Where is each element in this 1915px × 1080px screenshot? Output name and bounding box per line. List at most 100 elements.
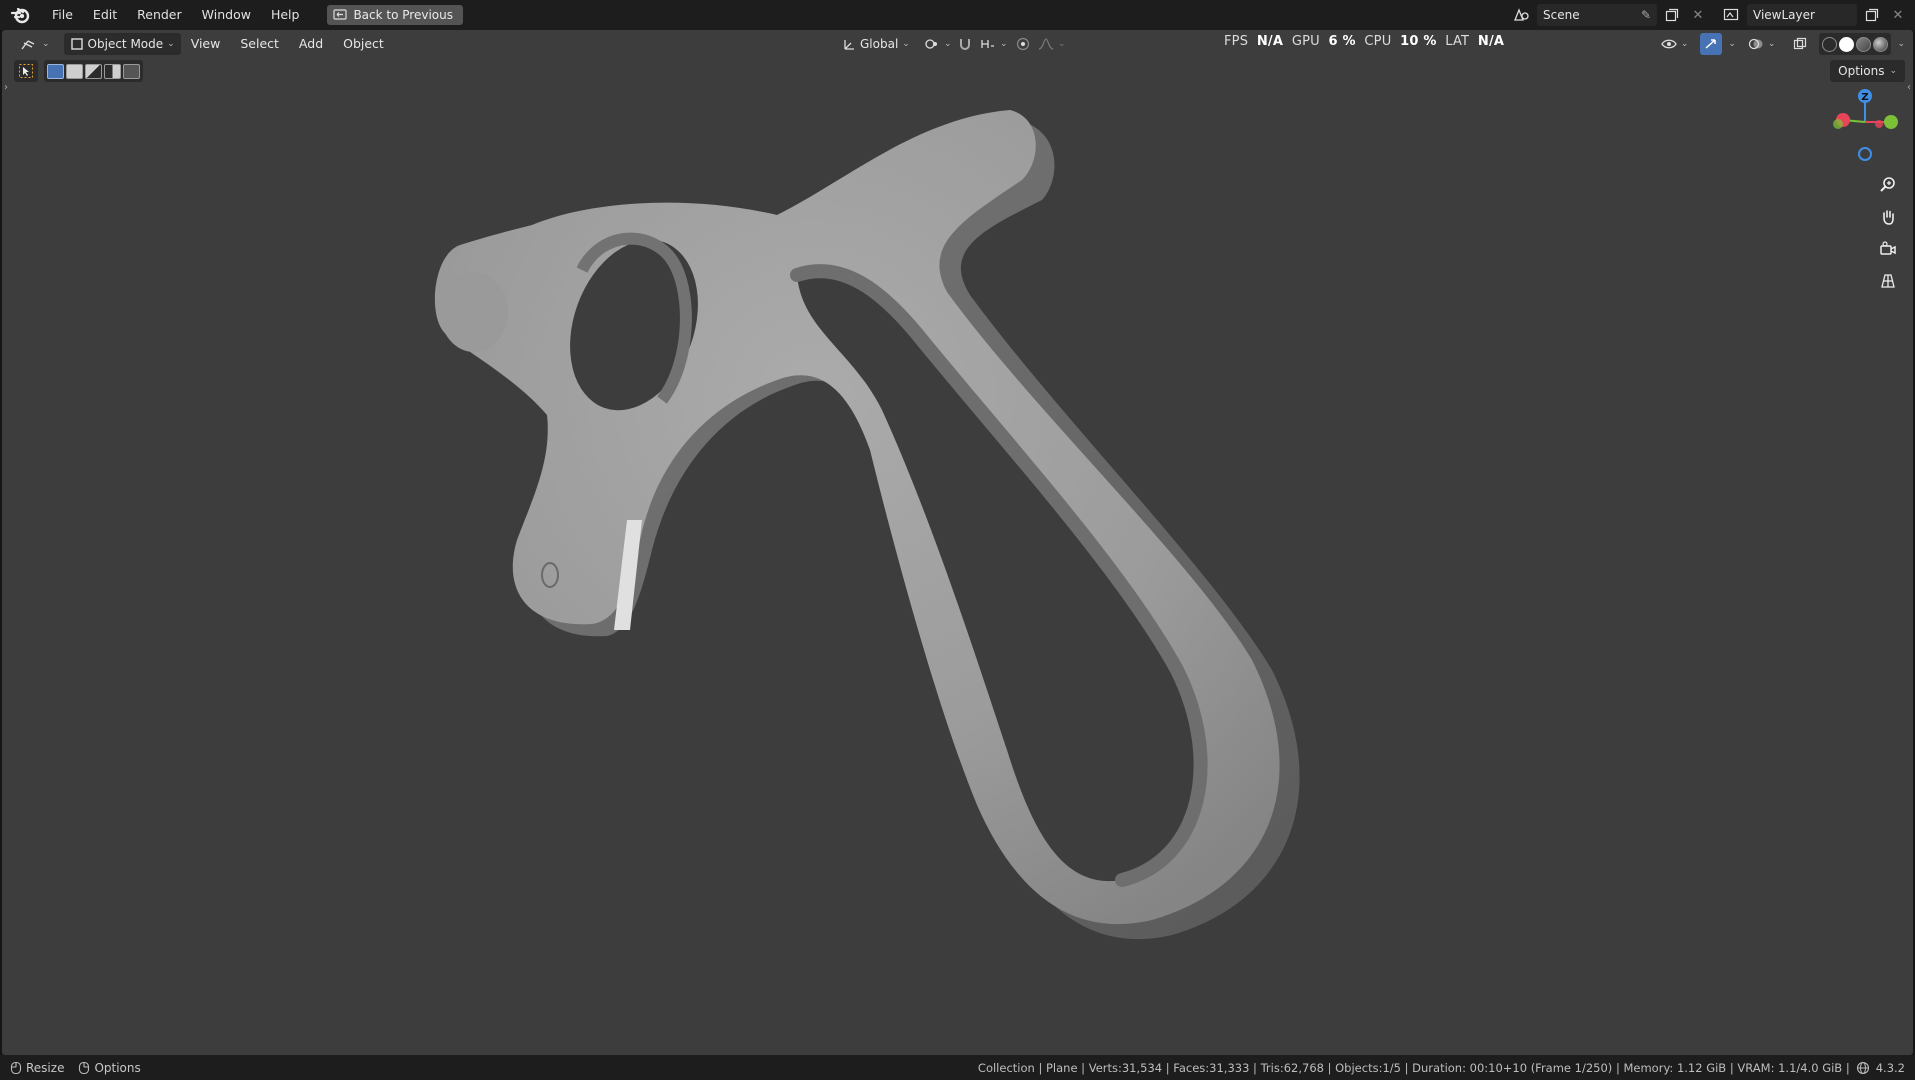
top-bar: File Edit Render Window Help Back to Pre… <box>0 0 1915 30</box>
camera-view-tool[interactable] <box>1875 236 1901 262</box>
falloff-curve-icon <box>1038 38 1054 50</box>
proportional-editing-icon <box>1016 37 1030 51</box>
chevron-down-icon: ⌄ <box>1058 39 1066 49</box>
gpu-label: GPU <box>1291 34 1320 49</box>
view-layer-selector-button[interactable] <box>1721 4 1743 26</box>
proportional-falloff-selector[interactable]: ⌄ <box>1032 33 1072 55</box>
new-scene-button[interactable] <box>1661 4 1683 26</box>
chevron-down-icon: ⌄ <box>167 39 175 49</box>
back-to-previous-button[interactable]: Back to Previous <box>327 5 463 25</box>
status-hint-resize: Resize <box>10 1061 64 1075</box>
menu-file[interactable]: File <box>42 0 83 30</box>
mode-label: Object Mode <box>87 37 164 51</box>
menu-add[interactable]: Add <box>289 33 333 55</box>
neg-y-axis-handle[interactable] <box>1833 119 1843 129</box>
status-options-label: Options <box>94 1060 141 1075</box>
editor-type-button[interactable]: ⌄ <box>14 33 56 55</box>
lat-label: LAT <box>1445 34 1470 49</box>
solid-shading-icon[interactable] <box>1839 36 1855 52</box>
subtract-selection-icon[interactable] <box>85 63 102 79</box>
options-dropdown[interactable]: Options ⌄ <box>1830 60 1905 82</box>
xray-toggle[interactable] <box>1787 33 1813 55</box>
blender-version: 4.3.2 <box>1875 1060 1905 1075</box>
snap-increment-icon <box>981 40 994 48</box>
menu-edit[interactable]: Edit <box>83 0 127 30</box>
mode-selector[interactable]: Object Mode ⌄ <box>63 33 181 55</box>
neg-z-axis-handle[interactable] <box>1858 147 1872 161</box>
intersect-selection-icon[interactable] <box>123 63 140 79</box>
remove-view-layer-button[interactable]: ✕ <box>1887 4 1909 26</box>
scene-selector-button[interactable] <box>1511 4 1533 26</box>
zoom-tool[interactable] <box>1875 172 1901 198</box>
fps-value: N/A <box>1256 34 1284 49</box>
pin-icon[interactable]: ✎ <box>1641 8 1651 22</box>
rendered-shading-icon[interactable] <box>1873 36 1889 52</box>
menu-select[interactable]: Select <box>230 33 289 55</box>
overlays-toggle[interactable]: ⌄ <box>1742 33 1782 55</box>
chevron-down-icon: ⌄ <box>944 39 952 49</box>
xray-icon <box>1794 37 1807 50</box>
scene-icon <box>1514 8 1529 21</box>
transform-orientation-selector[interactable]: Global ⌄ <box>836 33 916 55</box>
screen-back-icon <box>333 9 348 20</box>
hand-icon <box>1883 210 1894 225</box>
options-label: Options <box>1838 64 1885 78</box>
chevron-down-icon: ⌄ <box>1000 39 1008 49</box>
new-view-layer-button[interactable] <box>1861 4 1883 26</box>
extend-selection-icon[interactable] <box>66 63 83 79</box>
3d-model-handle[interactable] <box>2 30 1913 1055</box>
scene-name-field[interactable]: Scene ✎ <box>1537 4 1657 26</box>
material-preview-shading-icon[interactable] <box>1856 36 1872 52</box>
topbar-right: Scene ✎ ✕ ViewLayer ✕ <box>1511 4 1909 26</box>
set-new-selection-icon[interactable] <box>47 63 64 79</box>
chevron-down-icon[interactable]: ⌄ <box>1897 39 1905 49</box>
y-axis-handle[interactable] <box>1884 115 1898 129</box>
chevron-down-icon[interactable]: ⌄ <box>1728 39 1736 49</box>
menu-view[interactable]: View <box>181 33 231 55</box>
view-layer-field[interactable]: ViewLayer <box>1747 4 1857 26</box>
status-hints: Resize Options <box>0 1061 141 1075</box>
object-visibility-selector[interactable]: ⌄ <box>1655 33 1695 55</box>
invert-selection-icon[interactable] <box>104 63 121 79</box>
z-axis-label: Z <box>1861 92 1868 103</box>
cursor-select-icon <box>19 64 33 78</box>
gizmo-toggle[interactable] <box>1700 33 1723 55</box>
status-resize-label: Resize <box>26 1060 65 1075</box>
back-to-previous-label: Back to Previous <box>353 8 453 22</box>
scene-statistics: Collection | Plane | Verts:31,534 | Face… <box>978 1055 1905 1080</box>
perspective-toggle-tool[interactable] <box>1875 268 1901 294</box>
toolbar-expand-arrow[interactable]: › <box>4 82 8 93</box>
sidebar-expand-arrow[interactable]: ‹ <box>1907 82 1911 93</box>
menu-render[interactable]: Render <box>127 0 192 30</box>
pan-tool[interactable] <box>1875 204 1901 230</box>
orientation-label: Global <box>860 37 899 51</box>
globe-icon[interactable] <box>1856 1061 1870 1075</box>
view-layer-icon <box>1723 8 1739 21</box>
duplicate-icon <box>1865 8 1879 22</box>
gizmo-icon <box>1705 39 1717 49</box>
neg-x-axis-handle[interactable] <box>1875 120 1883 128</box>
menu-window[interactable]: Window <box>192 0 261 30</box>
snap-target-selector[interactable]: ⌄ <box>974 33 1014 55</box>
close-icon: ✕ <box>1892 7 1904 23</box>
menu-object[interactable]: Object <box>333 33 394 55</box>
scene-statistics-text: Collection | Plane | Verts:31,534 | Face… <box>977 1060 1850 1075</box>
select-box-tool[interactable] <box>14 60 38 82</box>
shading-mode-group <box>1819 33 1892 55</box>
viewport-header-right: ⌄ ⌄ ⌄ ⌄ <box>1655 33 1905 55</box>
fps-label: FPS <box>1224 34 1249 49</box>
mouse-left-icon <box>10 1061 22 1074</box>
gpu-value: 6 % <box>1328 34 1356 49</box>
chevron-down-icon: ⌄ <box>902 39 910 49</box>
menu-help[interactable]: Help <box>261 0 310 30</box>
blender-logo-icon[interactable] <box>10 4 32 26</box>
mouse-right-icon <box>79 1061 90 1074</box>
status-bar: Resize Options Collection | Plane | Vert… <box>0 1055 1915 1080</box>
navigation-gizmo[interactable]: Z <box>1829 86 1901 162</box>
wireframe-shading-icon[interactable] <box>1822 36 1838 52</box>
object-mode-icon <box>70 38 83 50</box>
3d-viewport[interactable]: ⌄ Object Mode ⌄ View Select Add Object G… <box>2 30 1913 1055</box>
editor-type-icon <box>21 40 35 50</box>
remove-scene-button[interactable]: ✕ <box>1687 4 1709 26</box>
overlays-icon <box>1748 38 1763 50</box>
